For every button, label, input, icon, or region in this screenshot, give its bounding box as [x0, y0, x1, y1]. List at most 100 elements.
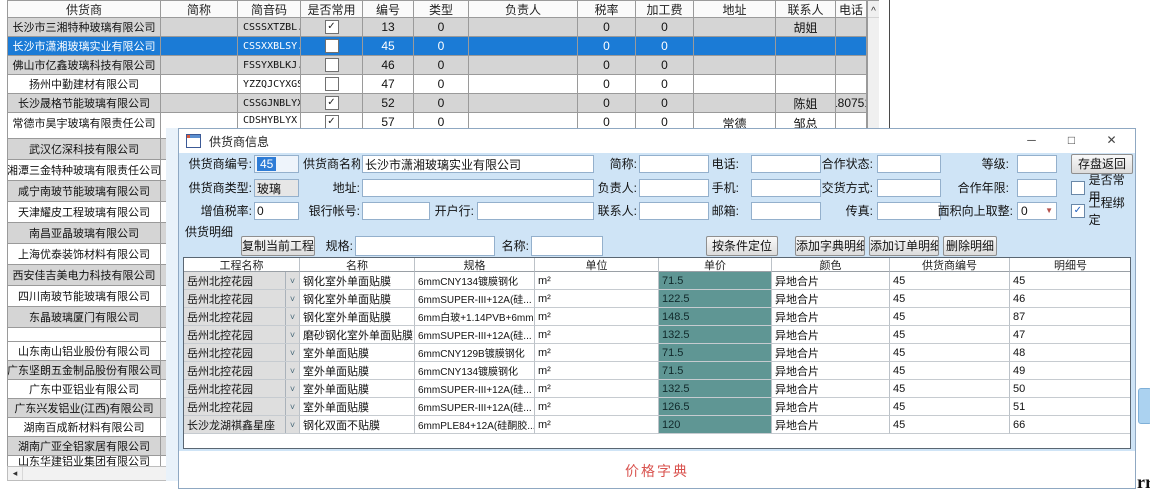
detail-row[interactable]: 岳州北控花园˅室外单面贴膜6mmSUPER-III+12A(硅...m²126.… — [184, 398, 1130, 416]
detail-cell-project[interactable]: 岳州北控花园˅ — [184, 398, 300, 416]
checkbox-unchecked-icon[interactable] — [325, 58, 339, 72]
chevron-down-icon[interactable]: ˅ — [285, 362, 299, 379]
chevron-down-icon[interactable]: ˅ — [285, 380, 299, 397]
detail-column-header-color[interactable]: 颜色 — [772, 258, 890, 272]
delete-detail-button[interactable]: 删除明细 — [943, 236, 997, 256]
copy-project-button[interactable]: 复制当前工程 — [241, 236, 315, 256]
column-header-contact[interactable]: 联系人 — [776, 1, 836, 18]
column-header-fee[interactable]: 加工费 — [636, 1, 694, 18]
delivery-input[interactable] — [877, 179, 941, 197]
column-header-tax[interactable]: 税率 — [578, 1, 636, 18]
maximize-button[interactable]: □ — [1052, 129, 1091, 152]
detail-row[interactable]: 岳州北控花园˅钢化室外单面贴膜6mmSUPER-III+12A(硅...m²12… — [184, 290, 1130, 308]
mobile-input[interactable] — [751, 179, 821, 197]
detail-cell-spec: 6mmSUPER-III+12A(硅... — [415, 326, 535, 344]
spec-filter-input[interactable] — [355, 236, 495, 256]
detail-cell-project[interactable]: 岳州北控花园˅ — [184, 380, 300, 398]
cell-supplier: 湘潭三金特种玻璃有限责任公司 — [8, 160, 161, 181]
column-header-phone[interactable]: 电话 — [836, 1, 867, 18]
detail-cell-supplier_no: 45 — [890, 308, 1010, 326]
detail-cell-project[interactable]: 岳州北控花园˅ — [184, 362, 300, 380]
checkbox-unchecked-icon[interactable] — [325, 77, 339, 91]
coop-status-input[interactable] — [877, 155, 941, 173]
address-input[interactable] — [362, 179, 594, 197]
checkbox-checked-icon[interactable]: ✓ — [325, 96, 339, 110]
chevron-down-icon[interactable]: ˅ — [285, 344, 299, 361]
close-icon[interactable]: ✕ — [1092, 129, 1131, 152]
detail-column-header-detail_no[interactable]: 明细号 — [1010, 258, 1131, 272]
detail-row[interactable]: 岳州北控花园˅室外单面贴膜6mmSUPER-III+12A(硅...m²132.… — [184, 380, 1130, 398]
grade-input[interactable] — [1017, 155, 1057, 173]
detail-cell-color: 异地合片 — [772, 308, 890, 326]
scroll-up-icon[interactable]: ^ — [868, 1, 879, 18]
bank-account-input[interactable] — [362, 202, 430, 220]
project-bind-checkbox[interactable]: ✓工程绑定 — [1071, 203, 1135, 219]
supplier-row[interactable]: 佛山市亿鑫玻璃科技有限公司FSSYXBLKJ...46000 — [8, 56, 879, 75]
chevron-down-icon[interactable]: ˅ — [285, 290, 299, 307]
supplier-row[interactable]: 扬州中勤建材有限公司YZZQJCYXGS47000 — [8, 75, 879, 94]
supplier-type-input[interactable] — [254, 179, 299, 197]
chevron-down-icon[interactable]: ˅ — [285, 308, 299, 325]
column-header-no[interactable]: 编号 — [363, 1, 414, 18]
detail-column-header-price[interactable]: 单价 — [659, 258, 772, 272]
phone-input[interactable] — [751, 155, 821, 173]
cell-address — [694, 94, 776, 113]
detail-row[interactable]: 岳州北控花园˅室外单面贴膜6mmCNY134镀膜钢化m²71.5异地合片4549 — [184, 362, 1130, 380]
name-filter-input[interactable] — [531, 236, 603, 256]
supplier-row[interactable]: 长沙市潇湘玻璃实业有限公司CSSXXBLSY...45000 — [8, 37, 879, 56]
detail-cell-project[interactable]: 岳州北控花园˅ — [184, 308, 300, 326]
detail-row[interactable]: 岳州北控花园˅钢化室外单面贴膜6mm白玻+1.14PVB+6mm...m²148… — [184, 308, 1130, 326]
checkbox-checked-icon[interactable]: ✓ — [325, 20, 339, 34]
detail-column-header-supplier_no[interactable]: 供货商编号 — [890, 258, 1010, 272]
supplier-row[interactable]: 长沙市三湘特种玻璃有限公司CSSSXTZBL...✓13000胡姐 — [8, 18, 879, 37]
minimize-button[interactable]: ─ — [1012, 129, 1051, 152]
chevron-down-icon[interactable]: ˅ — [285, 398, 299, 415]
detail-cell-detail_no: 48 — [1010, 344, 1131, 362]
add-order-detail-button[interactable]: 添加订单明细 — [869, 236, 939, 256]
locate-button[interactable]: 按条件定位 — [706, 236, 778, 256]
cell-contact: 胡姐 — [776, 18, 836, 37]
detail-column-header-name[interactable]: 名称 — [300, 258, 415, 272]
detail-cell-project[interactable]: 岳州北控花园˅ — [184, 272, 300, 290]
detail-column-header-project[interactable]: 工程名称 — [184, 258, 300, 272]
add-dict-detail-button[interactable]: 添加字典明细 — [795, 236, 865, 256]
chevron-down-icon[interactable]: ˅ — [285, 272, 299, 289]
detail-cell-name: 钢化室外单面贴膜 — [300, 308, 415, 326]
vat-input[interactable] — [254, 202, 299, 220]
address-label: 地址: — [303, 179, 360, 197]
fax-label: 传真: — [813, 202, 873, 220]
scroll-left-icon[interactable]: ◂ — [8, 467, 23, 480]
column-header-abbr[interactable]: 简称 — [161, 1, 238, 18]
detail-row[interactable]: 岳州北控花园˅磨砂钢化室外单面贴膜6mmSUPER-III+12A(硅...m²… — [184, 326, 1130, 344]
detail-column-header-spec[interactable]: 规格 — [415, 258, 535, 272]
detail-cell-project[interactable]: 岳州北控花园˅ — [184, 326, 300, 344]
detail-row[interactable]: 岳州北控花园˅钢化室外单面贴膜6mmCNY134镀膜钢化m²71.5异地合片45… — [184, 272, 1130, 290]
detail-row[interactable]: 岳州北控花园˅室外单面贴膜6mmCNY129B镀膜钢化m²71.5异地合片454… — [184, 344, 1130, 362]
chevron-down-icon[interactable]: ˅ — [285, 326, 299, 343]
column-header-common[interactable]: 是否常用 — [301, 1, 363, 18]
detail-cell-project[interactable]: 岳州北控花园˅ — [184, 290, 300, 308]
column-header-address[interactable]: 地址 — [694, 1, 776, 18]
detail-cell-project[interactable]: 长沙龙湖祺鑫星座 ˅ — [184, 416, 300, 434]
supplier-name-input[interactable] — [362, 155, 594, 173]
supplier-row[interactable]: 长沙晟格节能玻璃有限公司CSSGJNBLYXGS✓52000陈姐180751 — [8, 94, 879, 113]
grid-horizontal-scrollbar[interactable]: ◂ — [7, 466, 178, 481]
bank-input[interactable] — [477, 202, 594, 220]
column-header-supplier[interactable]: 供货商 — [8, 1, 161, 18]
checkbox-unchecked-icon[interactable] — [325, 39, 339, 53]
coop-years-input[interactable] — [1017, 179, 1057, 197]
background-scrollbar-thumb[interactable] — [1138, 388, 1150, 424]
area-round-select[interactable]: 0▼ — [1017, 202, 1057, 220]
email-input[interactable] — [751, 202, 821, 220]
grade-label: 等级: — [949, 155, 1009, 173]
column-header-manager[interactable]: 负责人 — [469, 1, 578, 18]
detail-column-header-unit[interactable]: 单位 — [535, 258, 659, 272]
column-header-type[interactable]: 类型 — [414, 1, 469, 18]
supplier-no-input[interactable]: 45 — [254, 155, 299, 173]
column-header-code[interactable]: 简音码 — [238, 1, 301, 18]
chevron-down-icon[interactable]: ˅ — [285, 416, 299, 433]
project-name: 长沙龙湖祺鑫星座 — [184, 417, 275, 433]
detail-cell-project[interactable]: 岳州北控花园˅ — [184, 344, 300, 362]
checkbox-checked-icon[interactable]: ✓ — [325, 115, 339, 129]
detail-row[interactable]: 长沙龙湖祺鑫星座˅钢化双面不贴膜6mmPLE84+12A(硅酮胶...m²120… — [184, 416, 1130, 434]
